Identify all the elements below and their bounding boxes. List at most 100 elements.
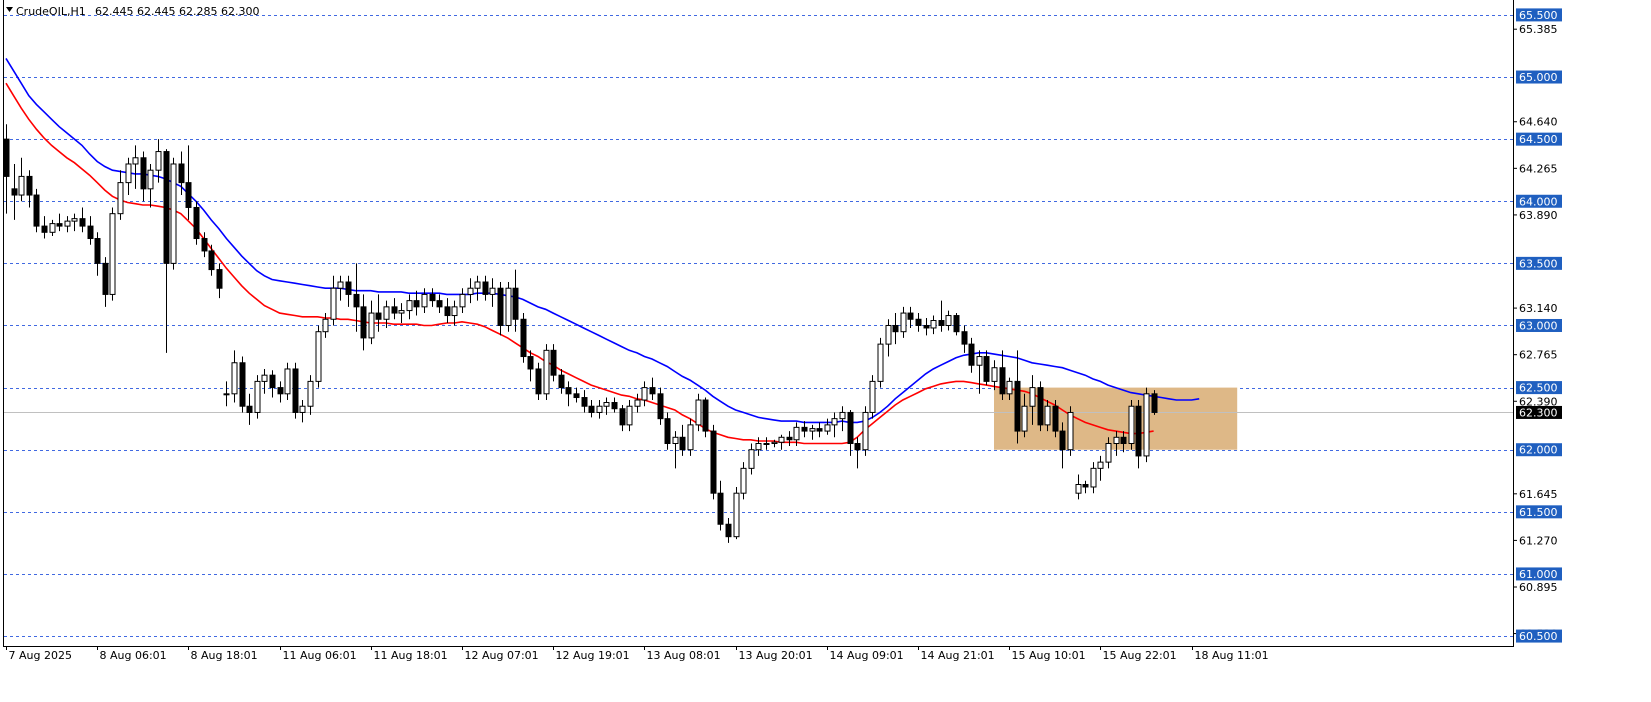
candle-body-bull bbox=[49, 223, 56, 233]
candle-body-bull bbox=[474, 281, 481, 289]
current-price-label: 62.300 bbox=[1519, 406, 1558, 419]
candle-body-bear bbox=[983, 356, 990, 382]
candle-body-bull bbox=[1128, 405, 1135, 445]
candle-body-bull bbox=[687, 424, 694, 451]
candle-body-bull bbox=[755, 443, 762, 451]
candle[interactable] bbox=[292, 362, 299, 419]
candle-body-bear bbox=[702, 399, 709, 432]
candle-body-bull bbox=[771, 441, 778, 445]
chart-root: 65.385 64.640 64.265 63.890 63.140 62.765 62.3… bbox=[0, 0, 1651, 702]
chart-header: CrudeOIL,H1 62.445 62.445 62.285 62.300 bbox=[6, 5, 259, 18]
candle-body-bear bbox=[163, 151, 170, 264]
level-price-label: 64.000 bbox=[1519, 195, 1558, 208]
candle-body-bull bbox=[1075, 484, 1082, 494]
price-tick-label: 64.265 bbox=[1519, 162, 1558, 175]
level-price-label: 62.500 bbox=[1519, 382, 1558, 395]
candle-body-bear bbox=[717, 492, 724, 525]
candle[interactable] bbox=[1143, 387, 1150, 463]
candle[interactable] bbox=[953, 313, 960, 336]
candle-body-bull bbox=[748, 449, 755, 469]
time-tick-label: 11 Aug 18:01 bbox=[374, 649, 448, 662]
candle-body-bull bbox=[330, 287, 337, 320]
time-tick-label: 15 Aug 10:01 bbox=[1012, 649, 1086, 662]
candle[interactable] bbox=[254, 375, 261, 419]
candle-body-bear bbox=[436, 300, 443, 308]
candle-body-bull bbox=[543, 349, 550, 395]
level-price-label: 64.500 bbox=[1519, 133, 1558, 146]
candle-body-bull bbox=[451, 306, 458, 317]
candle-body-bull bbox=[596, 405, 603, 413]
time-tick-label: 14 Aug 21:01 bbox=[921, 649, 995, 662]
candle-body-bull bbox=[231, 362, 238, 395]
candle-body-bear bbox=[938, 320, 945, 326]
candle[interactable] bbox=[710, 424, 717, 500]
candle-body-bull bbox=[1044, 405, 1051, 426]
candle-body-bear bbox=[216, 269, 223, 289]
candle-body-bear bbox=[581, 397, 588, 407]
time-tick-label: 12 Aug 07:01 bbox=[465, 649, 539, 662]
candle[interactable] bbox=[862, 406, 869, 456]
price-tick-label: 61.645 bbox=[1519, 488, 1558, 501]
candle[interactable] bbox=[239, 356, 246, 413]
candle[interactable] bbox=[543, 344, 550, 401]
candle-body-bull bbox=[307, 380, 314, 407]
candle-body-bull bbox=[132, 157, 139, 165]
candle-body-bull bbox=[18, 175, 25, 196]
candle-body-bear bbox=[360, 306, 367, 339]
level-price-label: 65.000 bbox=[1519, 71, 1558, 84]
candle[interactable] bbox=[869, 375, 876, 419]
candle[interactable] bbox=[1151, 390, 1158, 415]
candle[interactable] bbox=[109, 207, 116, 301]
price-chart[interactable]: 65.385 64.640 64.265 63.890 63.140 62.765 62.3… bbox=[0, 0, 1651, 702]
candle-body-bear bbox=[512, 287, 519, 320]
candle-body-bear bbox=[185, 182, 192, 208]
candle-body-bear bbox=[558, 374, 565, 389]
candle-body-bear bbox=[11, 188, 18, 196]
candle-body-bear bbox=[520, 318, 527, 358]
candle[interactable] bbox=[315, 325, 322, 388]
candle-body-bear bbox=[649, 387, 656, 395]
level-price-label: 63.000 bbox=[1519, 319, 1558, 332]
candle-body-bear bbox=[353, 293, 360, 308]
candle-body-bull bbox=[824, 424, 831, 432]
candle-body-bear bbox=[1014, 380, 1021, 432]
candle-body-bull bbox=[626, 405, 633, 426]
candle-body-bear bbox=[725, 523, 732, 538]
candle-body-bull bbox=[505, 287, 512, 326]
candle[interactable] bbox=[877, 337, 884, 388]
candle-body-bear bbox=[26, 175, 33, 196]
candle[interactable] bbox=[505, 282, 512, 332]
candle[interactable] bbox=[33, 188, 40, 233]
candle[interactable] bbox=[170, 157, 177, 270]
candle-body-bear bbox=[56, 223, 63, 227]
candle-body-bear bbox=[269, 374, 276, 389]
candle-body-bear bbox=[391, 306, 398, 314]
candle-body-bull bbox=[885, 324, 892, 345]
candle[interactable] bbox=[1037, 381, 1044, 432]
candle-body-bull bbox=[398, 310, 405, 314]
candle-body-bear bbox=[550, 349, 557, 376]
candle-body-bear bbox=[801, 426, 808, 432]
candle-body-bull bbox=[1143, 393, 1150, 457]
candle[interactable] bbox=[1067, 406, 1074, 456]
candle-body-bull bbox=[839, 411, 846, 420]
candle-body-bull bbox=[284, 368, 291, 395]
candle-body-bull bbox=[634, 399, 641, 407]
candle-body-bull bbox=[809, 428, 816, 432]
candle-body-bull bbox=[64, 220, 71, 227]
candle[interactable] bbox=[520, 313, 527, 363]
candle[interactable] bbox=[193, 201, 200, 245]
candle[interactable] bbox=[1128, 400, 1135, 450]
candle-body-bull bbox=[1097, 461, 1104, 469]
time-tick-label: 15 Aug 22:01 bbox=[1103, 649, 1177, 662]
time-tick-label: 18 Aug 11:01 bbox=[1195, 649, 1269, 662]
time-tick-label: 11 Aug 06:01 bbox=[283, 649, 357, 662]
candle[interactable] bbox=[702, 397, 709, 438]
candle-body-bear bbox=[292, 368, 299, 413]
candle[interactable] bbox=[733, 486, 740, 540]
candle-body-bull bbox=[254, 380, 261, 413]
level-price-label: 61.000 bbox=[1519, 568, 1558, 581]
candle-body-bull bbox=[383, 306, 390, 320]
candle-body-bull bbox=[945, 315, 952, 326]
candle-body-bull bbox=[459, 293, 466, 308]
